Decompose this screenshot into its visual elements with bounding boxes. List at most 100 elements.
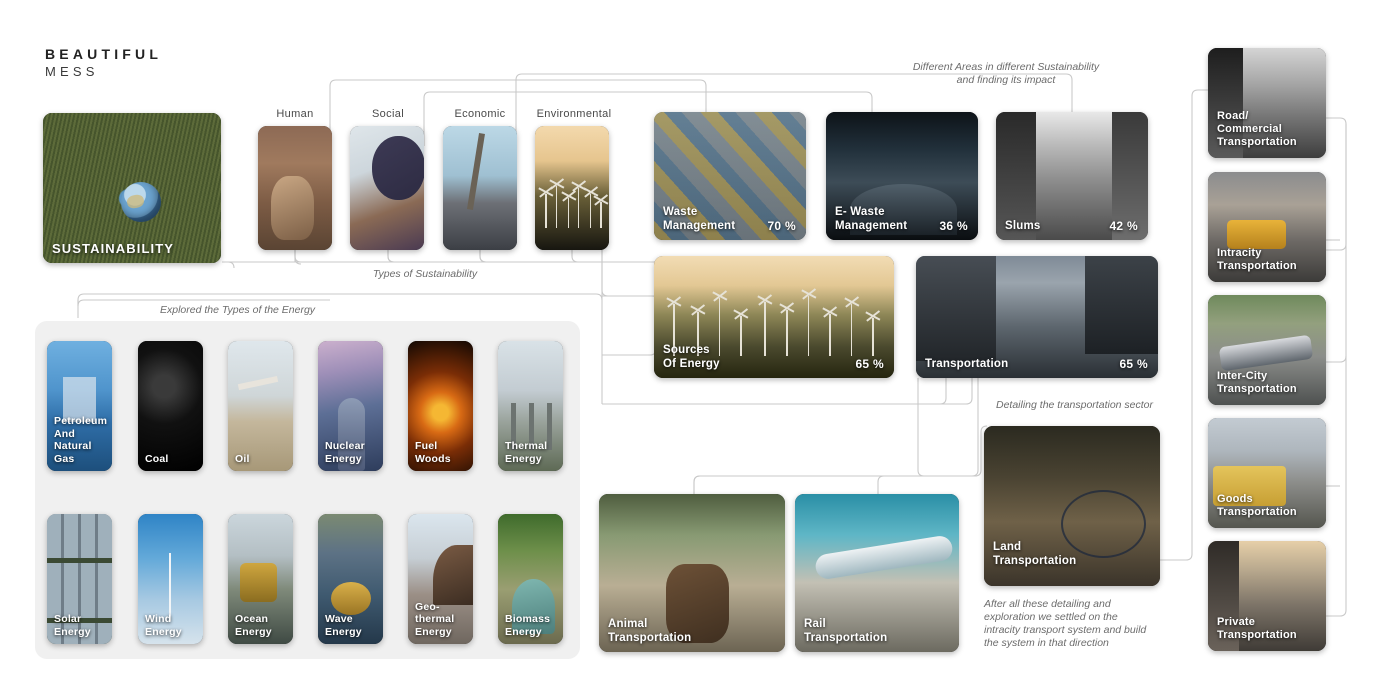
card-label-line-1: Goods — [1217, 493, 1253, 505]
card-label-line-2: Transportation — [1217, 260, 1297, 272]
card-label: Wind Energy — [145, 613, 194, 638]
brand-logo: BEAUTIFUL MESS — [45, 46, 162, 81]
diagram-canvas: BEAUTIFUL MESS SUSTAINABILITY Human Soci… — [0, 0, 1400, 700]
oil-image — [228, 341, 293, 471]
card-thermal-energy[interactable]: Thermal Energy — [498, 341, 563, 471]
card-biomass-energy[interactable]: Biomass Energy — [498, 514, 563, 644]
card-label: SUSTAINABILITY — [52, 241, 175, 256]
card-label-line-1: Land — [993, 541, 1022, 553]
caption-detailing-transportation: Detailing the transportation sector — [996, 399, 1154, 411]
card-solar-energy[interactable]: Solar Energy — [47, 514, 112, 644]
card-nuclear-energy[interactable]: Nuclear Energy — [318, 341, 383, 471]
card-label: Rail Transportation — [804, 617, 950, 645]
card-label: Intracity Transportation — [1217, 247, 1317, 273]
card-goods-transportation[interactable]: Goods Transportation — [1208, 418, 1326, 528]
card-coal[interactable]: Coal — [138, 341, 203, 471]
card-label-line-1: Sources — [663, 344, 710, 356]
card-label-line-2: And — [54, 427, 76, 440]
card-label: Coal — [145, 453, 194, 466]
card-label-line-1: Petroleum — [54, 415, 108, 427]
card-label-line-1: Fuel — [415, 440, 438, 452]
card-label-line-1: Thermal — [505, 440, 548, 452]
card-percent: 70 % — [767, 219, 796, 233]
card-label-line-3: Energy — [415, 625, 452, 638]
card-ocean-energy[interactable]: Ocean Energy — [228, 514, 293, 644]
card-label: Land Transportation — [993, 540, 1151, 568]
column-title-economic: Economic — [454, 108, 506, 120]
card-petroleum-and-natural-gas[interactable]: Petroleum And Natural Gas — [47, 341, 112, 471]
card-label-line-1: Oil — [235, 452, 250, 465]
card-sustainability[interactable]: SUSTAINABILITY — [43, 113, 221, 263]
card-label-line-2: Of Energy — [663, 358, 720, 370]
card-private-transportation[interactable]: Private Transportation — [1208, 541, 1326, 651]
caption-types-of-sustainability: Types of Sustainability — [372, 268, 478, 280]
card-intracity-transportation[interactable]: Intracity Transportation — [1208, 172, 1326, 282]
card-label-line-2: Energy — [235, 625, 272, 638]
caption-areas-line1: Different Areas in different Sustainabil… — [912, 61, 1100, 73]
card-animal-transportation[interactable]: Animal Transportation — [599, 494, 785, 652]
brand-line-2: MESS — [45, 64, 99, 79]
card-road-commercial-transportation[interactable]: Road/ Commercial Transportation — [1208, 48, 1326, 158]
card-label: Animal Transportation — [608, 617, 776, 645]
card-label: Nuclear Energy — [325, 440, 374, 465]
card-rail-transportation[interactable]: Rail Transportation — [795, 494, 959, 652]
card-label-line-2: Transportation — [804, 632, 888, 644]
windfarm-graphic — [535, 126, 609, 250]
card-fuel-woods[interactable]: Fuel Woods — [408, 341, 473, 471]
card-label: Thermal Energy — [505, 440, 554, 465]
card-oil[interactable]: Oil — [228, 341, 293, 471]
card-label-line-2: Energy — [325, 452, 362, 465]
card-label-line-2: Transportation — [1217, 383, 1297, 395]
card-wave-energy[interactable]: Wave Energy — [318, 514, 383, 644]
card-wind-energy[interactable]: Wind Energy — [138, 514, 203, 644]
card-economic[interactable] — [443, 126, 517, 250]
card-inter-city-transportation[interactable]: Inter-City Transportation — [1208, 295, 1326, 405]
card-label-line-2: Transportation — [608, 632, 692, 644]
card-label: Inter-City Transportation — [1217, 370, 1317, 396]
card-percent: 42 % — [1109, 219, 1138, 233]
footnote-line-4: the system in that direction — [984, 637, 1109, 649]
card-label-line-2: Energy — [505, 625, 542, 638]
card-social[interactable] — [350, 126, 424, 250]
card-label: Private Transportation — [1217, 616, 1317, 642]
card-label-line-4: Gas — [54, 452, 75, 465]
card-label-line-1: Road/ — [1217, 110, 1249, 122]
card-label-line-2: Transportation — [1217, 506, 1297, 518]
card-sources-of-energy[interactable]: Sources Of Energy 65 % — [654, 256, 894, 378]
economic-image — [443, 126, 517, 250]
card-environmental[interactable] — [535, 126, 609, 250]
card-label-line-1: Coal — [145, 452, 169, 465]
card-geothermal-energy[interactable]: Geo- thermal Energy — [408, 514, 473, 644]
card-percent: 36 % — [939, 219, 968, 233]
card-label-line-1: Rail — [804, 618, 826, 630]
card-percent: 65 % — [855, 357, 884, 371]
card-label-line-3: Natural — [54, 440, 92, 452]
card-label: Ocean Energy — [235, 613, 284, 638]
column-title-environmental: Environmental — [536, 108, 612, 120]
column-title-human: Human — [276, 108, 314, 120]
card-human[interactable] — [258, 126, 332, 250]
card-label-line-1: Waste — [663, 206, 698, 218]
card-label: Petroleum And Natural Gas — [54, 415, 108, 465]
card-label-line-1: Wave — [325, 613, 353, 625]
card-land-transportation[interactable]: Land Transportation — [984, 426, 1160, 586]
card-label: Fuel Woods — [415, 440, 464, 465]
card-transportation[interactable]: Transportation 65 % — [916, 256, 1158, 378]
card-label-line-1: Animal — [608, 618, 648, 630]
social-image — [350, 126, 424, 250]
human-image — [258, 126, 332, 250]
footnote-conclusion: After all these detailing and exploratio… — [984, 598, 1184, 650]
card-e-waste-management[interactable]: E- Waste Management 36 % — [826, 112, 978, 240]
card-waste-management[interactable]: Waste Management 70 % — [654, 112, 806, 240]
card-label-line-2: Transportation — [1217, 629, 1297, 641]
card-label-line-2: Energy — [325, 625, 362, 638]
card-label-line-2: Woods — [415, 452, 451, 465]
card-label-line-1: Private — [1217, 616, 1256, 628]
card-label-line-2: Transportation — [993, 555, 1077, 567]
brand-line-1: BEAUTIFUL — [45, 46, 163, 62]
card-label: Goods Transportation — [1217, 493, 1317, 519]
footnote-line-2: exploration we settled on the — [984, 611, 1118, 623]
coal-image — [138, 341, 203, 471]
card-label: Solar Energy — [54, 613, 103, 638]
card-slums[interactable]: Slums 42 % — [996, 112, 1148, 240]
